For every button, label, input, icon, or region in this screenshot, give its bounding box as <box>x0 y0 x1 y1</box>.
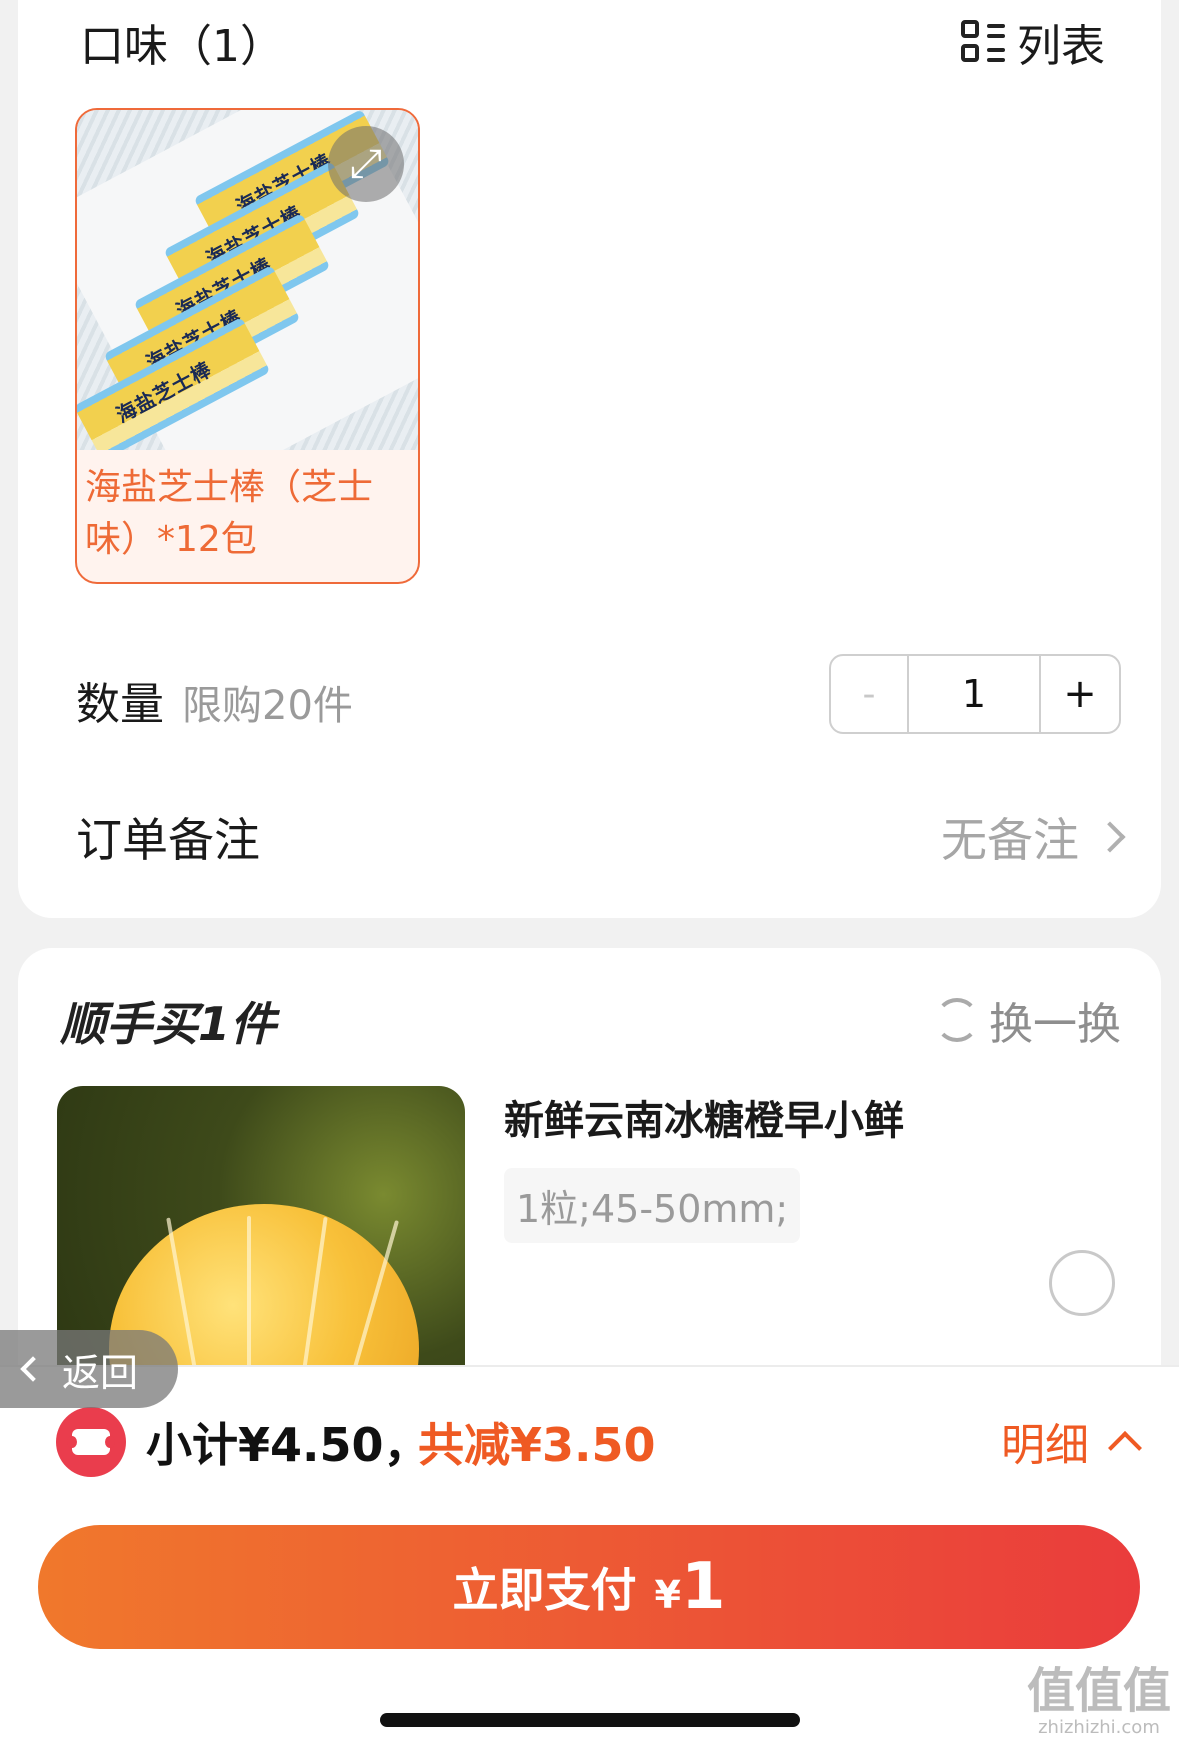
order-options-card: 口味（1） 列表 海盐芝士棒 海盐芝士棒 海盐芝士棒 海盐芝士棒 海盐芝士棒 ⤢… <box>18 0 1161 918</box>
addon-section-title: 顺手买1件 <box>60 997 277 1051</box>
purchase-limit: 限购20件 <box>182 683 353 729</box>
decrease-button[interactable]: - <box>831 656 909 732</box>
swap-label: 换一换 <box>989 999 1121 1050</box>
flavor-section-title: 口味（1） <box>80 21 284 72</box>
home-indicator[interactable] <box>380 1713 800 1727</box>
quantity-label: 数量 <box>76 679 164 730</box>
details-toggle[interactable]: 明细 <box>1001 1409 1142 1473</box>
checkout-bar: 小计¥4.50， 共减¥3.50 明细 立即支付 ¥1 值值值 zhizhizh… <box>0 1365 1179 1750</box>
pay-now-button[interactable]: 立即支付 ¥1 <box>38 1525 1140 1649</box>
addon-select-radio[interactable] <box>1049 1250 1115 1316</box>
pay-amount: ¥1 <box>654 1550 726 1624</box>
list-view-toggle[interactable]: 列表 <box>961 10 1105 74</box>
flavor-option-label: 海盐芝士棒（芝士味）*12包 <box>85 467 374 560</box>
watermark-logo: 值值值 zhizhizhi.com <box>1026 1663 1171 1738</box>
order-note-value: 无备注 <box>941 813 1079 867</box>
flavor-product-image: 海盐芝士棒 海盐芝士棒 海盐芝士棒 海盐芝士棒 海盐芝士棒 ⤢ <box>77 110 418 450</box>
swap-button[interactable]: 换一换 <box>935 988 1121 1052</box>
chevron-up-icon <box>1108 1431 1142 1465</box>
list-view-icon <box>961 20 1005 64</box>
quantity-row: 数量 限购20件 <box>76 668 353 732</box>
addon-product-spec[interactable]: 1粒;45-50mm; <box>504 1168 801 1243</box>
quantity-value[interactable]: 1 <box>909 656 1041 732</box>
addon-product-name[interactable]: 新鲜云南冰糖橙早小鲜 <box>504 1088 904 1146</box>
refresh-icon <box>935 998 979 1042</box>
back-label: 返回 <box>62 1350 139 1395</box>
pay-now-label: 立即支付 <box>452 1563 637 1617</box>
flavor-option-selected[interactable]: 海盐芝士棒 海盐芝士棒 海盐芝士棒 海盐芝士棒 海盐芝士棒 ⤢ 海盐芝士棒（芝士… <box>75 108 420 584</box>
order-note-selector[interactable]: 无备注 <box>941 804 1126 870</box>
discount-text: 共减¥3.50 <box>418 1418 656 1472</box>
order-note-label: 订单备注 <box>76 813 260 867</box>
expand-image-icon[interactable]: ⤢ <box>328 126 404 202</box>
details-label: 明细 <box>1001 1420 1089 1471</box>
back-button[interactable]: 返回 <box>0 1330 178 1408</box>
increase-button[interactable]: + <box>1041 656 1119 732</box>
subtotal-text: 小计¥4.50， <box>146 1418 430 1472</box>
list-view-label: 列表 <box>1017 21 1105 72</box>
quantity-stepper: - 1 + <box>829 654 1121 734</box>
coupon-icon <box>56 1407 126 1477</box>
chevron-right-icon <box>1094 821 1126 853</box>
chevron-left-icon <box>20 1356 46 1382</box>
